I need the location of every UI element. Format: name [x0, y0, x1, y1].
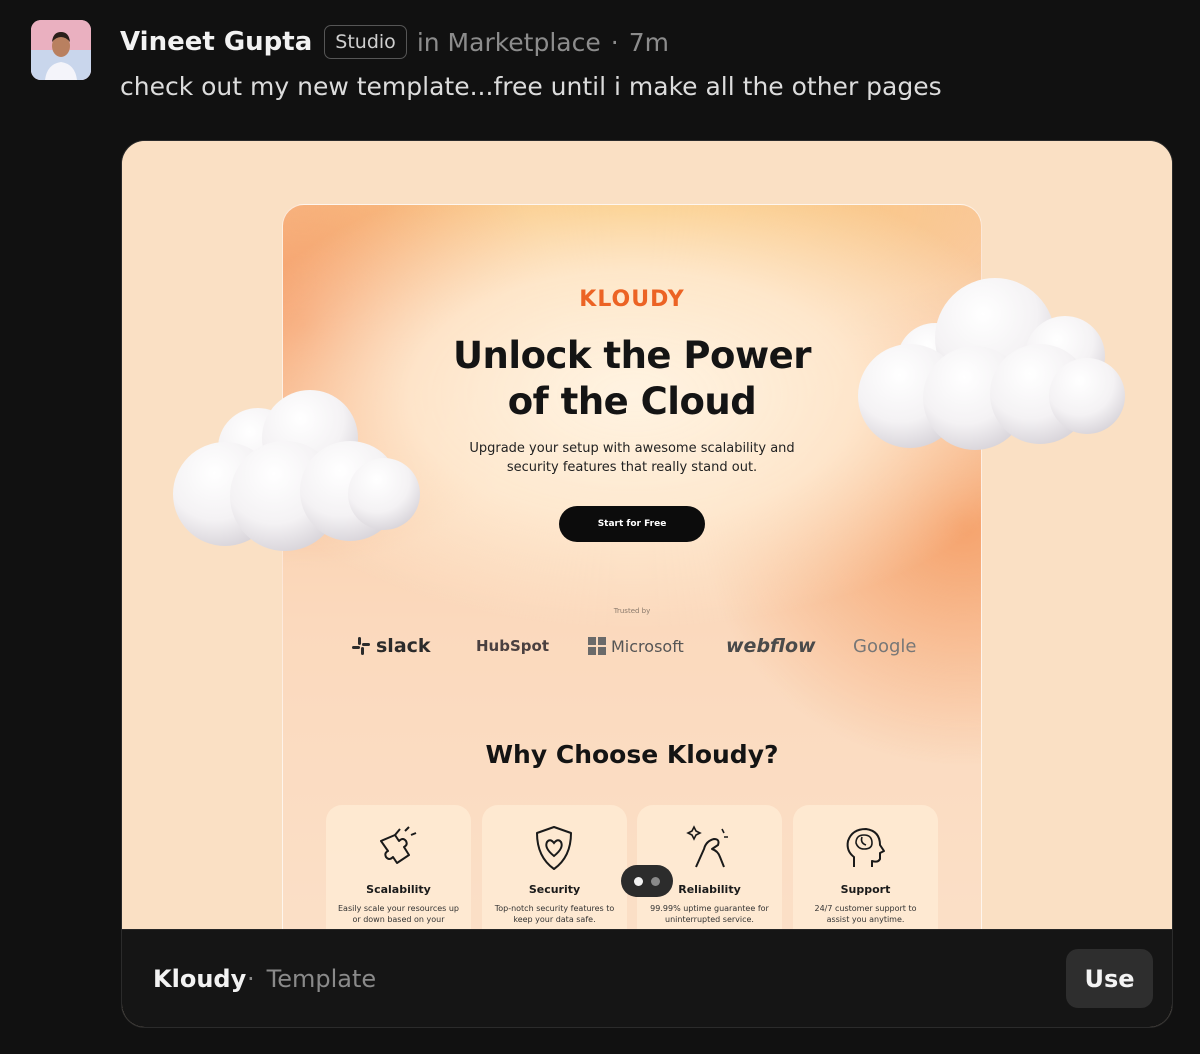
meta-separator: · [610, 27, 619, 57]
microsoft-logo-text: Microsoft [611, 636, 684, 656]
feature-desc: 99.99% uptime guarantee for uninterrupte… [650, 904, 769, 924]
template-type: · Template [247, 965, 376, 993]
post-text: check out my new template...free until i… [120, 72, 942, 101]
feature-title: Security [528, 883, 581, 896]
slack-mark-icon [352, 637, 370, 655]
why-choose-title: Why Choose Kloudy? [485, 740, 779, 769]
head-brain-icon [846, 828, 885, 867]
microsoft-logo: Microsoft [588, 631, 684, 661]
flexing-arm-icon [686, 825, 728, 868]
feature-desc: 24/7 customer support to assist you anyt… [814, 904, 917, 924]
cloud-right-image [858, 278, 1125, 450]
template-name[interactable]: Kloudy [153, 965, 246, 993]
location-link[interactable]: in Marketplace [417, 28, 601, 57]
feature-card-scalability: Scalability Easily scale your resources … [326, 805, 471, 929]
footer-separator: · [247, 965, 255, 993]
use-button[interactable]: Use [1066, 949, 1153, 1008]
webflow-logo: webflow [726, 635, 816, 657]
slack-logo: slack [351, 631, 431, 661]
post-header: Vineet Gupta Studio in Marketplace · 7m [120, 22, 669, 62]
author-avatar[interactable] [31, 20, 91, 80]
template-preview[interactable]: KLOUDY Unlock the Power of the Cloud Upg… [122, 141, 1172, 929]
feature-card-support: Support 24/7 customer support to assist … [793, 805, 938, 929]
cloud-left-image [173, 390, 420, 551]
template-type-label: Template [266, 965, 377, 993]
hubspot-logo: HubSpot [476, 637, 549, 655]
template-card[interactable]: KLOUDY Unlock the Power of the Cloud Upg… [121, 140, 1173, 1028]
carousel-dot-2[interactable] [651, 876, 660, 886]
google-logo: Google [853, 635, 917, 657]
template-card-footer: Kloudy · Template Use [122, 929, 1172, 1027]
microsoft-mark-icon [588, 637, 606, 655]
puzzle-icon [380, 826, 417, 864]
post-meta: in Marketplace · 7m [417, 28, 669, 57]
studio-badge: Studio [324, 25, 407, 59]
carousel-pager[interactable] [621, 865, 673, 897]
author-name[interactable]: Vineet Gupta [120, 27, 312, 57]
shield-heart-icon [536, 826, 572, 870]
feature-desc: Easily scale your resources up or down b… [338, 904, 459, 924]
feature-title: Support [840, 883, 891, 896]
carousel-dot-1[interactable] [634, 876, 643, 886]
slack-logo-text: slack [376, 635, 431, 657]
feature-desc: Top-notch security features to keep your… [494, 904, 615, 924]
preview-cta-button: Start for Free [559, 506, 705, 542]
trusted-by-label: Trusted by [613, 607, 651, 615]
feature-card-security: Security Top-notch security features to … [482, 805, 627, 929]
post-time: 7m [628, 27, 669, 57]
trusted-logos: slack HubSpot Microsoft webflow Google [283, 631, 981, 661]
feature-title: Scalability [366, 883, 431, 896]
